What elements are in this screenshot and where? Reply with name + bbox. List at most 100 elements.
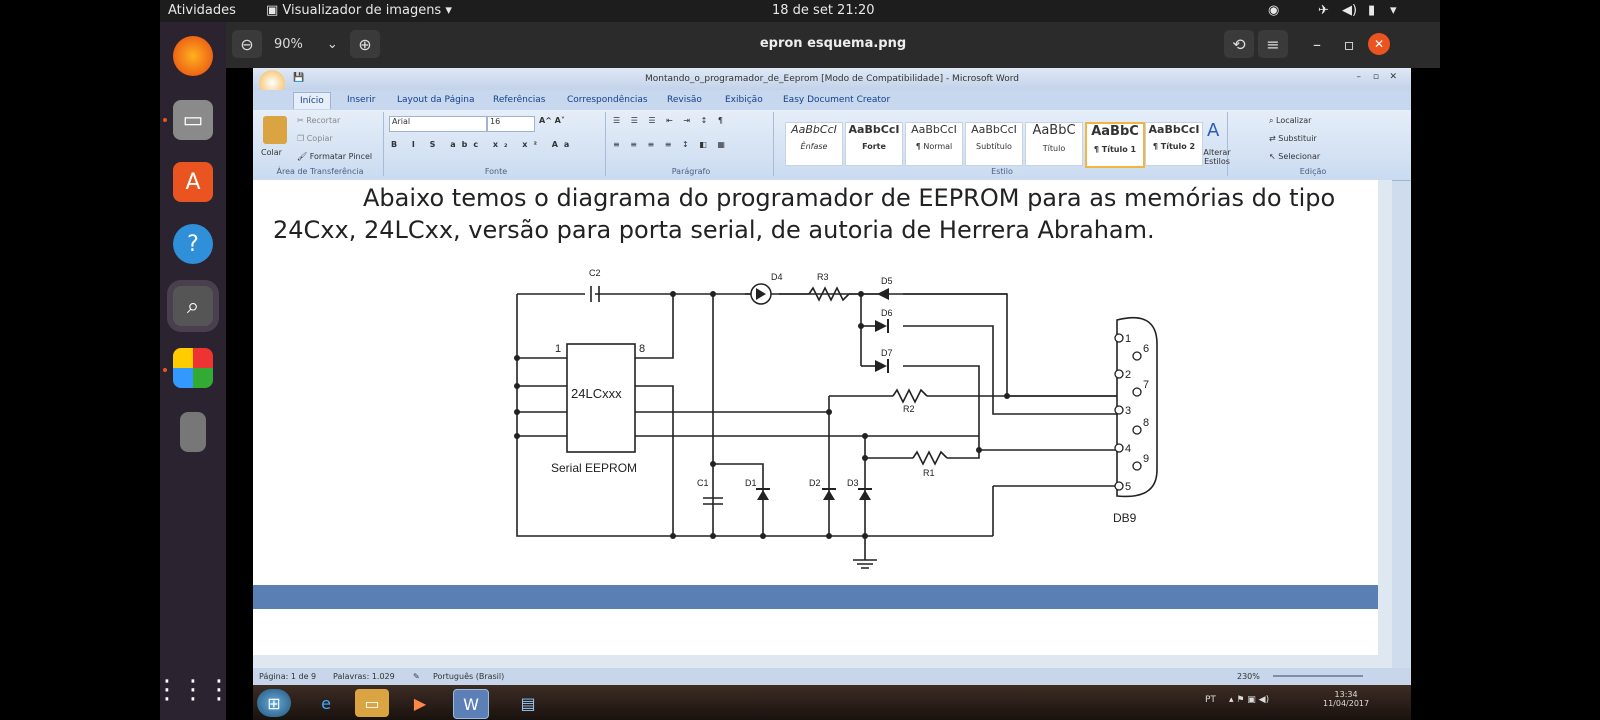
pinwheel-app-icon[interactable] (173, 348, 213, 388)
image-icon: ▣ (266, 3, 283, 18)
help-icon[interactable]: ? (173, 224, 213, 264)
internet-explorer-icon[interactable]: e (309, 689, 343, 717)
battery-icon[interactable]: ▮ (1368, 3, 1375, 18)
next-page[interactable] (253, 609, 1378, 655)
start-button[interactable]: ⊞ (257, 689, 291, 717)
style-forte[interactable]: AaBbCcI Forte (845, 122, 903, 166)
list-buttons[interactable]: ☰ ☰ ☰ ⇤ ⇥ ↕ ¶ (613, 116, 727, 125)
group-paragraph: ☰ ☰ ☰ ⇤ ⇥ ↕ ¶ ≡ ≡ ≡ ≡ ↕ ◧ ▦ Parágrafo (609, 112, 774, 176)
r2-label: R2 (903, 404, 915, 414)
activities-button[interactable]: Atividades (168, 3, 236, 18)
select-button[interactable]: ↖ Selecionar (1269, 152, 1320, 161)
d3-label: D3 (847, 478, 859, 488)
image-viewer-icon[interactable]: ⌕ (173, 286, 213, 326)
close-button[interactable]: ✕ (1368, 33, 1390, 55)
word-close-icon[interactable]: ✕ (1389, 72, 1397, 82)
tab-inicio[interactable]: Início (293, 92, 331, 109)
style-enfase[interactable]: AaBbCcI Ênfase (785, 122, 843, 166)
r1-label: R1 (923, 468, 935, 478)
d7-label: D7 (881, 348, 893, 358)
device-icon[interactable] (180, 412, 206, 452)
db9-pin-7: 7 (1143, 379, 1149, 391)
document-taskbar-icon[interactable]: ▤ (511, 689, 545, 717)
grow-font-button[interactable]: A^ A˅ (539, 116, 565, 125)
tab-inserir[interactable]: Inserir (347, 95, 376, 105)
word-minimize-icon[interactable]: – (1357, 72, 1362, 82)
gnome-top-bar: Atividades ▣ Visualizador de imagens ▾ 1… (160, 0, 1440, 22)
show-apps-grid-icon[interactable]: ⋮⋮⋮ (154, 670, 232, 710)
zoom-slider[interactable] (1273, 675, 1363, 677)
rotate-button[interactable]: ⟲ (1224, 30, 1254, 58)
circuit-schematic: 24LCxxx Serial EEPROM 1 8 DB9 C2 C1 D1 D… (514, 268, 1158, 569)
spellcheck-icon[interactable]: ✎ (413, 672, 420, 681)
zoom-percentage[interactable]: 230% (1237, 672, 1260, 681)
format-buttons[interactable]: B I S abc x₂ x² Aa (391, 140, 575, 149)
tab-exibicao[interactable]: Exibição (725, 95, 763, 105)
language-bar[interactable]: PT (1205, 695, 1216, 705)
media-player-icon[interactable]: ▶ (403, 689, 437, 717)
d4-label: D4 (771, 272, 783, 282)
vertical-scrollbar[interactable] (1378, 180, 1392, 670)
tab-revisao[interactable]: Revisão (667, 95, 702, 105)
find-button[interactable]: ⌕ Localizar (1269, 116, 1311, 126)
group-label: Área de Transferência (276, 167, 364, 176)
files-icon[interactable]: ▭ (173, 100, 213, 140)
minimize-button[interactable]: – (1304, 30, 1330, 58)
style-normal[interactable]: AaBbCcI ¶ Normal (905, 122, 963, 166)
d2-label: D2 (809, 478, 821, 488)
db9-pin-8: 8 (1143, 417, 1149, 429)
windows-taskbar: ⊞ e ▭ ▶ W ▤ PT ▴ ⚑ ▣ ◀) 13:34 11/04/2017 (253, 685, 1411, 720)
word-restore-icon[interactable]: ▫ (1373, 72, 1379, 82)
maximize-button[interactable]: ▫ (1336, 30, 1362, 58)
style-titulo-1[interactable]: AaBbC ¶ Título 1 (1085, 122, 1145, 168)
align-buttons[interactable]: ≡ ≡ ≡ ≡ ↕ ◧ ▦ (613, 140, 729, 149)
paste-button[interactable]: Colar (261, 148, 282, 157)
language-indicator[interactable]: Português (Brasil) (433, 672, 504, 681)
format-painter-button[interactable]: 🖌 Formatar Pincel (297, 152, 372, 161)
tab-correspondencias[interactable]: Correspondências (567, 95, 648, 105)
replace-button[interactable]: ⇄ Substituir (1269, 134, 1317, 143)
word-status-bar: Página: 1 de 9 Palavras: 1.029 ✎ Portugu… (253, 668, 1411, 685)
horizontal-scrollbar[interactable] (253, 655, 1378, 668)
word-taskbar-icon[interactable]: W (453, 689, 489, 719)
menu-button[interactable]: ≡ (1258, 30, 1288, 58)
font-name-select[interactable]: Arial (389, 116, 487, 132)
camera-icon[interactable]: ◉ (1268, 3, 1279, 18)
style-subtitulo[interactable]: AaBbCcI Subtítulo (965, 122, 1023, 166)
font-size-select[interactable]: 16 (487, 116, 535, 132)
group-editing: ⌕ Localizar ⇄ Substituir ↖ Selecionar Ed… (1263, 112, 1363, 176)
page-count[interactable]: Página: 1 de 9 (259, 672, 316, 681)
document-page[interactable]: Abaixo temos o diagrama do programador d… (253, 180, 1378, 585)
change-styles-button[interactable]: Alterar Estilos (1199, 148, 1235, 166)
firefox-icon[interactable] (173, 36, 213, 76)
cut-button[interactable]: ✂ Recortar (297, 116, 340, 125)
db9-pin-3: 3 (1125, 405, 1131, 417)
group-font: Arial 16 A^ A˅ B I S abc x₂ x² Aa Fonte (387, 112, 606, 176)
style-titulo[interactable]: AaBbC Título (1025, 122, 1083, 166)
chip-label: 24LCxxx (571, 386, 622, 401)
change-styles-icon[interactable]: A (1207, 120, 1219, 141)
airplane-icon[interactable]: ✈ (1318, 3, 1329, 18)
volume-icon[interactable]: ◀) (1342, 3, 1357, 18)
app-menu[interactable]: ▣ Visualizador de imagens ▾ (266, 3, 452, 18)
tab-layout[interactable]: Layout da Página (397, 95, 475, 105)
word-count[interactable]: Palavras: 1.029 (333, 672, 395, 681)
pin-1-label: 1 (555, 343, 561, 355)
taskbar-clock[interactable]: 13:34 11/04/2017 (1323, 690, 1369, 708)
group-label: Parágrafo (671, 167, 711, 176)
copy-button[interactable]: ❐ Copiar (297, 134, 333, 143)
paste-icon[interactable] (263, 116, 287, 144)
group-label: Edição (1299, 167, 1327, 176)
clock[interactable]: 18 de set 21:20 (772, 3, 875, 18)
ribbon-tabs: Início Inserir Layout da Página Referênc… (253, 90, 1411, 110)
system-menu-chevron-icon[interactable]: ▾ (1390, 3, 1397, 18)
style-titulo-2[interactable]: AaBbCcI ¶ Título 2 (1145, 122, 1203, 166)
running-indicator (163, 118, 167, 122)
tab-referencias[interactable]: Referências (493, 95, 546, 105)
tray-icons[interactable]: ▴ ⚑ ▣ ◀) (1229, 695, 1269, 705)
explorer-folder-icon[interactable]: ▭ (355, 689, 389, 717)
page-gap (253, 585, 1378, 609)
word-window: 💾 Montando_o_programador_de_Eeprom [Modo… (253, 68, 1411, 685)
software-center-icon[interactable]: A (173, 162, 213, 202)
tab-easy-document-creator[interactable]: Easy Document Creator (783, 95, 890, 105)
